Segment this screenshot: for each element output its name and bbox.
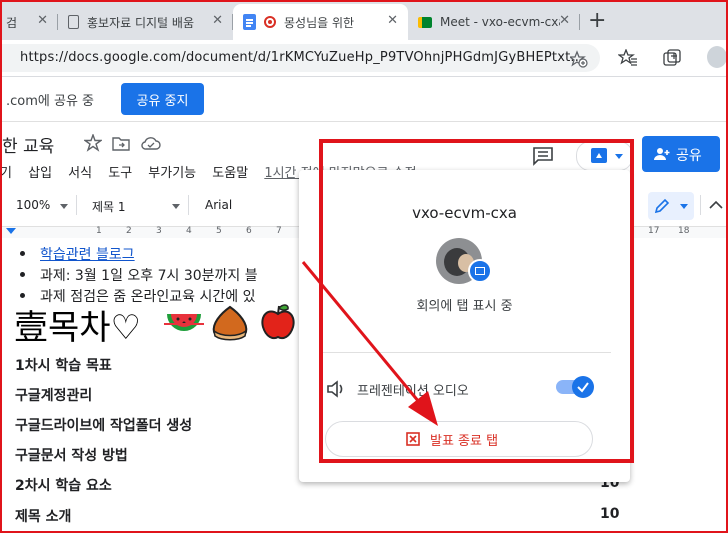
page-number: 10 (600, 506, 620, 522)
blog-link[interactable]: 학습관련 블로그 (20, 244, 135, 264)
close-icon[interactable]: ✕ (559, 13, 570, 28)
ruler-mark: 2 (126, 226, 132, 236)
ruler-mark: 18 (678, 226, 690, 236)
tab-3-label: 몽성님을 위한 (284, 15, 355, 30)
menu-item-insert[interactable]: 삽입 (28, 166, 52, 181)
chestnut-icon (212, 305, 248, 341)
meet-icon (418, 16, 432, 28)
cloud-saved-icon (141, 137, 161, 150)
pencil-icon (654, 198, 670, 214)
url-text: https://docs.google.com/document/d/1rKMC… (20, 50, 584, 65)
tab-3-active[interactable]: 몽성님을 위한 ✕ (233, 4, 408, 40)
menu-item-help[interactable]: 도움말 (212, 166, 248, 181)
ruler-mark: 1 (96, 226, 102, 236)
move-folder-icon[interactable] (112, 135, 130, 151)
person-add-icon (654, 148, 670, 160)
menu-item-format[interactable]: 서식 (68, 166, 92, 181)
share-button[interactable]: 공유 (642, 136, 720, 172)
document-icon (68, 15, 79, 29)
font-select[interactable]: Arial (205, 198, 232, 212)
toc-line: 제목 소개 (15, 509, 72, 525)
ruler-mark: 7 (276, 226, 282, 236)
chevron-down-icon (60, 204, 68, 209)
toc-line: 1차시 학습 목표 (15, 358, 112, 374)
apple-icon (261, 304, 295, 340)
star-icon[interactable] (84, 134, 102, 152)
toc-heading: 壹목차♡ (14, 308, 142, 348)
tab-2-label: 홍보자료 디지털 배움 (87, 15, 194, 30)
new-tab-button[interactable]: + (588, 8, 606, 33)
menu-item[interactable]: 기 (0, 166, 12, 181)
sharing-bar: .com에 공유 중 공유 중지 (0, 77, 728, 122)
favorites-icon[interactable] (618, 49, 638, 67)
toc-line: 구글문서 작성 방법 (15, 448, 128, 464)
menu-item-addons[interactable]: 부가기능 (148, 166, 196, 181)
ruler-mark: 6 (246, 226, 252, 236)
ruler-mark: 17 (648, 226, 660, 236)
ruler-mark: 4 (186, 226, 192, 236)
tab-4[interactable]: Meet - vxo-ecvm-cxa ✕ (408, 4, 580, 40)
chevron-down-icon (680, 204, 688, 209)
menu-item-tools[interactable]: 도구 (108, 166, 132, 181)
collections-icon[interactable] (663, 49, 681, 67)
close-icon[interactable]: ✕ (387, 13, 398, 28)
share-button-label: 공유 (676, 148, 702, 164)
chevron-up-icon[interactable] (709, 200, 723, 210)
editing-mode-button[interactable] (648, 192, 694, 220)
address-bar-row: https://docs.google.com/document/d/1rKMC… (0, 40, 728, 77)
stop-sharing-button[interactable]: 공유 중지 (121, 83, 204, 115)
tab-1-label: 검 (6, 15, 18, 30)
watermelon-icon (164, 314, 204, 331)
indent-marker-icon[interactable] (6, 228, 16, 234)
zoom-select[interactable]: 100% (16, 198, 50, 212)
close-icon[interactable]: ✕ (212, 13, 223, 28)
annotation-highlight-box (319, 139, 634, 463)
toc-line: 구글드라이브에 작업폴더 생성 (15, 418, 193, 434)
ruler-mark: 3 (156, 226, 162, 236)
toc-line: 구글계정관리 (15, 388, 93, 404)
tab-4-label: Meet - vxo-ecvm-cxa (440, 15, 560, 29)
style-select[interactable]: 제목 1 (92, 198, 126, 215)
sharing-status-text: .com에 공유 중 (6, 94, 95, 109)
address-bar[interactable]: https://docs.google.com/document/d/1rKMC… (0, 44, 600, 72)
toc-line: 2차시 학습 요소 (15, 478, 112, 494)
list-item: 과제: 3월 1일 오후 7시 30분까지 블 (20, 265, 258, 285)
tab-strip: 검 ✕ 홍보자료 디지털 배움 ✕ 몽성님을 위한 ✕ Meet - vxo-e… (0, 0, 728, 40)
document-title[interactable]: 한 교육 (2, 132, 54, 157)
chevron-down-icon (172, 204, 180, 209)
close-icon[interactable]: ✕ (37, 13, 48, 28)
ruler-mark: 5 (216, 226, 222, 236)
profile-avatar[interactable] (707, 46, 727, 68)
tab-2[interactable]: 홍보자료 디지털 배움 ✕ (58, 4, 233, 40)
add-bookmark-icon[interactable] (570, 50, 588, 68)
tab-1[interactable]: 검 ✕ (0, 4, 58, 40)
docs-icon (243, 14, 256, 30)
recording-icon (264, 16, 276, 28)
